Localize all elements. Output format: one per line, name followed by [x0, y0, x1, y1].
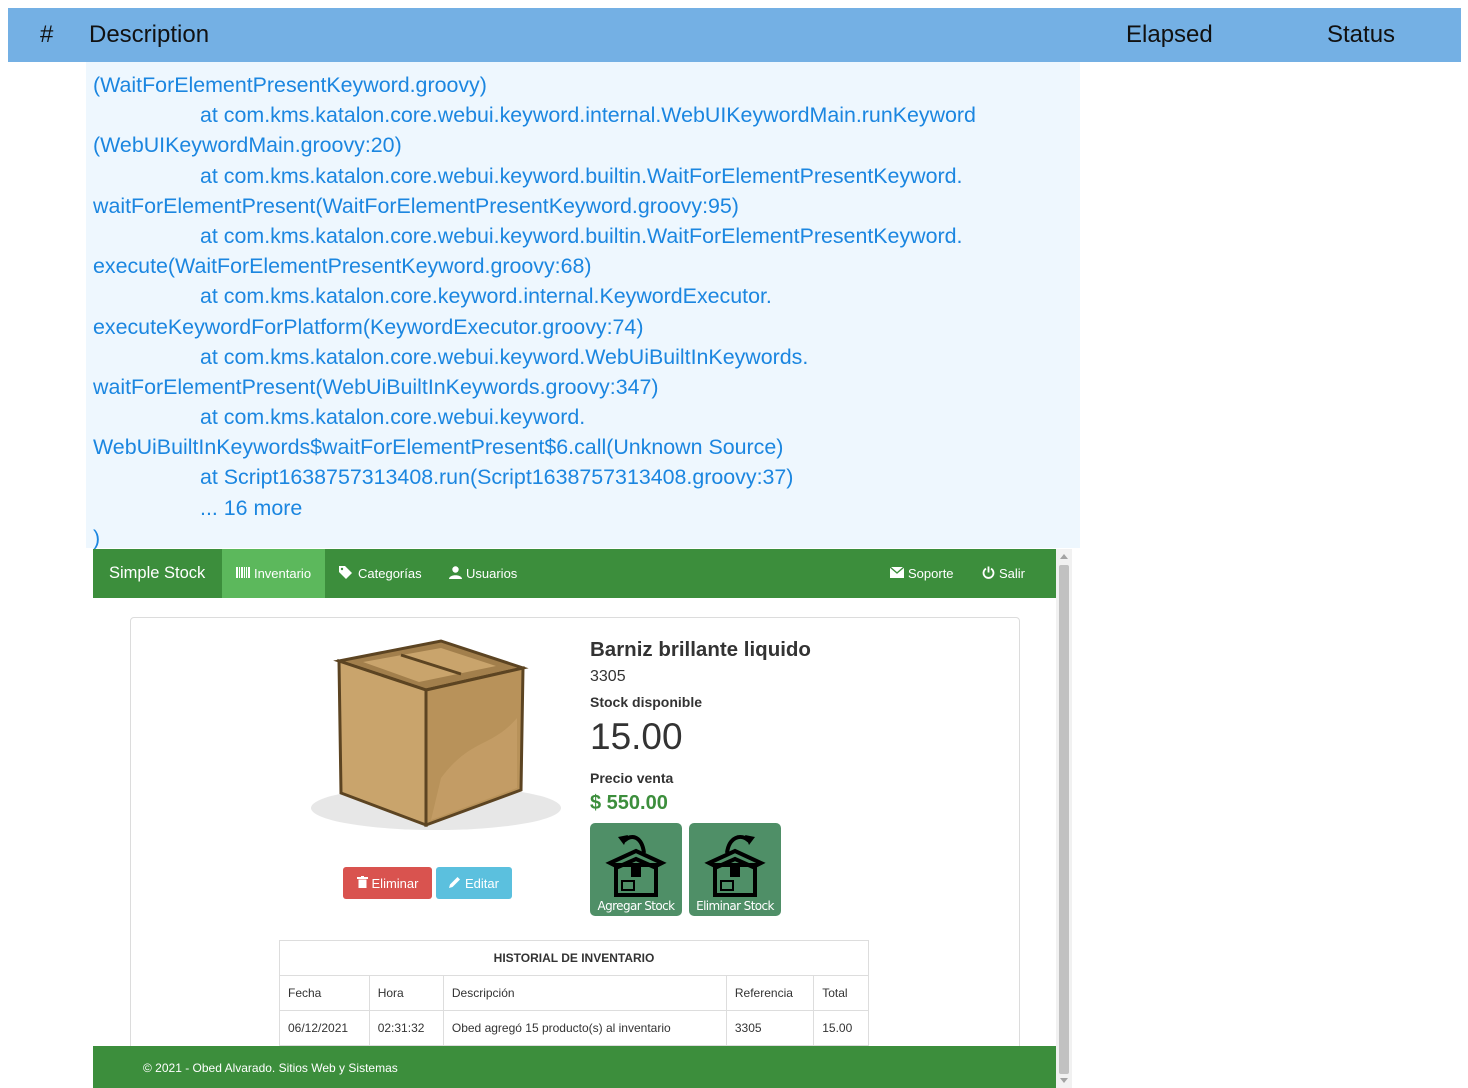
stack-trace-log: (WaitForElementPresentKeyword.groovy) at …	[93, 70, 1083, 553]
nav-salir[interactable]: Salir	[982, 549, 1025, 598]
remove-stock-button[interactable]: Eliminar Stock	[689, 823, 781, 916]
column-header-description: Description	[89, 21, 210, 48]
column-header-elapsed: Elapsed	[1126, 21, 1213, 48]
barcode-icon	[235, 566, 250, 581]
history-cell-fecha: 06/12/2021	[279, 1010, 370, 1046]
scroll-down-icon[interactable]	[1060, 1078, 1068, 1083]
vertical-scrollbar[interactable]	[1056, 549, 1072, 1088]
add-stock-button[interactable]: Agregar Stock	[590, 823, 682, 916]
history-header-descripcion: Descripción	[442, 975, 727, 1011]
history-header-hora: Hora	[368, 975, 444, 1011]
nav-usuarios[interactable]: Usuarios	[449, 549, 517, 598]
history-cell-hora: 02:31:32	[368, 1010, 444, 1046]
history-header-total: Total	[813, 975, 869, 1011]
nav-soporte[interactable]: Soporte	[889, 549, 954, 598]
column-header-status: Status	[1327, 21, 1396, 48]
history-cell-referencia: 3305	[725, 1010, 815, 1046]
nav-categorias[interactable]: Categorías	[339, 549, 422, 598]
nav-salir-label: Salir	[999, 566, 1026, 581]
log-line: execute(WaitForElementPresentKeyword.gro…	[93, 254, 592, 279]
log-line: at com.kms.katalon.core.webui.keyword.bu…	[200, 223, 963, 248]
log-line: WebUiBuiltInKeywords$waitForElementPrese…	[93, 435, 784, 460]
nav-inventario-label: Inventario	[253, 566, 312, 581]
footer-text: © 2021 - Obed Alvarado. Sitios Web y Sis…	[143, 1061, 398, 1075]
scroll-up-icon[interactable]	[1060, 554, 1068, 559]
history-header-row: Fecha Hora Descripción Referencia Total	[279, 975, 869, 1011]
trash-icon	[356, 875, 368, 891]
log-line: (WaitForElementPresentKeyword.groovy)	[93, 73, 487, 97]
log-line: (WebUIKeywordMain.groovy:20)	[93, 133, 402, 158]
inventory-history-table: HISTORIAL DE INVENTARIO Fecha Hora Descr…	[279, 940, 869, 1046]
column-header-number: #	[40, 21, 54, 48]
log-line: at com.kms.katalon.core.webui.keyword.bu…	[200, 163, 963, 188]
delete-button[interactable]: Eliminar	[343, 867, 432, 899]
app-brand[interactable]: Simple Stock	[109, 564, 205, 583]
nav-inventario[interactable]: Inventario	[222, 549, 325, 598]
price-value: $ 550.00	[590, 792, 668, 814]
stock-value: 15.00	[590, 716, 683, 757]
history-header-referencia: Referencia	[725, 975, 815, 1011]
delete-button-label: Eliminar	[371, 875, 419, 891]
log-line: at com.kms.katalon.core.webui.keyword.	[200, 405, 586, 430]
scroll-thumb[interactable]	[1059, 565, 1069, 1074]
log-line: waitForElementPresent(WaitForElementPres…	[93, 193, 739, 218]
edit-button-label: Editar	[465, 875, 499, 891]
history-header-fecha: Fecha	[279, 975, 370, 1011]
envelope-icon	[889, 566, 905, 581]
log-line: at com.kms.katalon.core.webui.keyword.in…	[200, 103, 976, 128]
history-cell-total: 15.00	[813, 1010, 869, 1046]
report-table-header: # Description Elapsed Status	[8, 8, 1461, 62]
price-label: Precio venta	[590, 770, 674, 786]
table-row: 06/12/2021 02:31:32 Obed agregó 15 produ…	[279, 1010, 869, 1046]
product-image	[311, 639, 561, 830]
app-footer: © 2021 - Obed Alvarado. Sitios Web y Sis…	[93, 1046, 1056, 1088]
pencil-icon	[449, 876, 461, 891]
stock-label: Stock disponible	[590, 694, 703, 710]
log-line: at Script1638757313408.run(Script1638757…	[200, 465, 794, 490]
log-line: waitForElementPresent(WebUiBuiltInKeywor…	[93, 374, 659, 399]
edit-button[interactable]: Editar	[436, 867, 512, 899]
log-line: at com.kms.katalon.core.keyword.internal…	[200, 284, 772, 309]
user-icon	[449, 565, 462, 582]
log-line: executeKeywordForPlatform(KeywordExecuto…	[93, 314, 644, 339]
embedded-screenshot: Simple Stock Inventario Categorías Usuar…	[93, 549, 1056, 1088]
nav-categorias-label: Categorías	[358, 566, 422, 581]
nav-usuarios-label: Usuarios	[466, 566, 518, 581]
remove-stock-label: Eliminar Stock	[696, 899, 774, 913]
add-stock-label: Agregar Stock	[597, 899, 675, 913]
product-title: Barniz brillante liquido	[590, 638, 811, 661]
tags-icon	[339, 565, 354, 582]
power-icon	[982, 566, 995, 582]
product-code: 3305	[590, 668, 626, 685]
box-arrow-in-icon	[605, 835, 667, 897]
history-caption: HISTORIAL DE INVENTARIO	[279, 940, 869, 976]
product-panel: Barniz brillante liquido 3305 Stock disp…	[130, 617, 1020, 1059]
history-cell-descripcion: Obed agregó 15 producto(s) al inventario	[442, 1010, 727, 1046]
app-navbar: Simple Stock Inventario Categorías Usuar…	[93, 549, 1056, 598]
log-line: at com.kms.katalon.core.webui.keyword.We…	[200, 344, 809, 369]
nav-soporte-label: Soporte	[908, 566, 954, 581]
log-line: ... 16 more	[200, 495, 303, 520]
box-arrow-out-icon	[704, 835, 766, 897]
